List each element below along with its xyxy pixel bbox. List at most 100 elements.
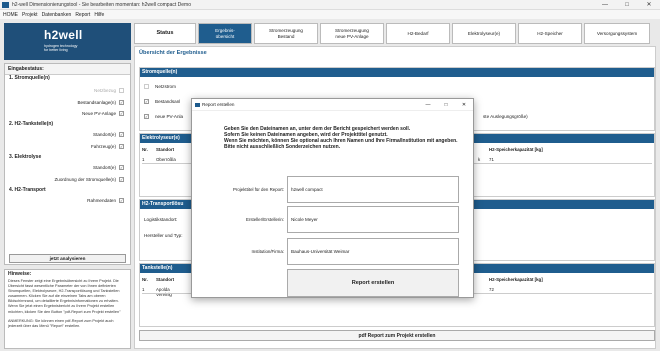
- menu-bar: HOME Projekt Datenbanken Report Hilfe: [0, 10, 660, 19]
- status-row-label: Standort(e): [93, 165, 116, 170]
- app-icon: [2, 1, 9, 8]
- dialog-titlebar: Report erstellen — □ ✕: [192, 99, 473, 111]
- dialog-app-icon: [195, 102, 200, 107]
- ersteller-label: Ersteller/Erstellerin:: [245, 217, 284, 222]
- col-nr: Nr.: [142, 277, 148, 282]
- institution-input[interactable]: Bauhaus-Universität Weimar: [287, 238, 459, 265]
- menu-hilfe[interactable]: Hilfe: [94, 12, 104, 18]
- analyse-button[interactable]: jetzt analysieren: [9, 254, 126, 263]
- group-stromquellen-title: Stromquelle(n): [140, 68, 654, 77]
- dialog-maximize-button[interactable]: □: [437, 102, 455, 108]
- transport-logistik: Logistikstandort:: [144, 217, 178, 222]
- create-report-button[interactable]: Report erstellen: [287, 269, 459, 297]
- dialog-message: Geben Sie den Dateinamen an, unter dem d…: [224, 126, 464, 150]
- status-row-bestandsanlagen: Bestandsanlage(n) ✓: [77, 100, 124, 105]
- tab-status[interactable]: Status: [134, 23, 196, 44]
- neue-pv-anlage-checkbox[interactable]: ✓: [144, 114, 149, 119]
- hint-panel: Hinweise: Dieses Fenster zeigt eine Erge…: [4, 269, 131, 349]
- tab-stromerzeugung-pv[interactable]: Stromerzeugung neue PV-Anlage: [320, 23, 384, 44]
- stromquelle-neue-pv: ✓ neue PV-Anla: [144, 114, 183, 119]
- status-row-label: Fahrzeug(e): [90, 144, 116, 149]
- status-row-label: Neue PV-Anlage: [82, 111, 116, 116]
- cell-h2-speicher: 72: [489, 287, 494, 292]
- rahmendaten-checkbox[interactable]: ✓: [119, 198, 124, 203]
- zuordnung-checkbox[interactable]: ✓: [119, 177, 124, 182]
- report-dialog: Report erstellen — □ ✕ Geben Sie den Dat…: [191, 98, 474, 298]
- stromquelle-bestand: ✓ Bestandsanl: [144, 99, 180, 104]
- col-standort: Standort: [156, 147, 175, 152]
- col-h2-speicher: H2-Speicherkapazität [kg]: [489, 147, 543, 152]
- menu-datenbanken[interactable]: Datenbanken: [42, 12, 72, 18]
- hint-panel-title: Hinweise:: [8, 271, 32, 277]
- status-row-neue-pv: Neue PV-Anlage ✓: [82, 111, 124, 116]
- menu-home[interactable]: HOME: [3, 12, 18, 18]
- hint-text: Dieses Fenster zeigt eine Ergebnisübersi…: [8, 279, 128, 333]
- logo: h2well hydrogen technology for better li…: [4, 23, 131, 60]
- tab-elektrolyseure[interactable]: Elektrolyseur(e): [452, 23, 516, 44]
- tab-stromerzeugung-bestand[interactable]: Stromerzeugung Bestand: [254, 23, 318, 44]
- tab-bar: Status Ergebnis- übersicht Stromerzeugun…: [134, 23, 656, 44]
- dialog-close-button[interactable]: ✕: [455, 102, 473, 108]
- cell-standort: Oberrößla: [156, 157, 176, 162]
- window-titlebar: h2-well Dimensionierungstool - Sie bearb…: [0, 0, 660, 10]
- cell-nr: 1: [142, 287, 145, 292]
- netzbezug-checkbox[interactable]: [119, 88, 124, 93]
- close-button[interactable]: ✕: [638, 0, 660, 10]
- status-panel-title: Eingabestatus:: [5, 64, 130, 75]
- stromquelle-label: Netzstrom: [155, 84, 176, 89]
- minimize-button[interactable]: —: [594, 0, 616, 10]
- stromquelle-label: neue PV-Anla: [155, 114, 184, 119]
- status-row-fahrzeuge: Fahrzeug(e) ✓: [91, 144, 124, 149]
- col-standort: Standort: [156, 277, 175, 282]
- left-panel: h2well hydrogen technology for better li…: [4, 23, 131, 349]
- section-h2-transport: 4. H2-Transport: [9, 187, 46, 193]
- menu-projekt[interactable]: Projekt: [22, 12, 38, 18]
- stromquelle-auslegung-text: ste Auslegungsgröße): [483, 114, 528, 119]
- dialog-minimize-button[interactable]: —: [419, 102, 437, 108]
- stromquelle-netzstrom: Netzstrom: [144, 84, 176, 89]
- menu-report[interactable]: Report: [75, 12, 90, 18]
- status-row-label: Netzbezug: [94, 88, 116, 93]
- projekttitel-label: Projekttitel für den Report:: [232, 187, 284, 192]
- cell-k: k: [478, 157, 481, 162]
- stromquelle-label: Bestandsanl: [155, 99, 181, 104]
- dialog-message-line-4: Bitte nicht ausschließlich Sonderzeichen…: [224, 144, 341, 150]
- hint-paragraph-2: ANMERKUNG: Sie können einen pdf-Report z…: [8, 318, 114, 328]
- maximize-button[interactable]: □: [616, 0, 638, 10]
- section-stromquellen: 1. Stromquelle(n): [9, 75, 50, 81]
- tank-standort-checkbox[interactable]: ✓: [119, 132, 124, 137]
- hint-paragraph-1: Dieses Fenster zeigt eine Ergebnisübersi…: [8, 279, 121, 314]
- cell-standort: Apolda Vereinig: [156, 287, 172, 297]
- cell-nr: 1: [142, 157, 145, 162]
- projekttitel-input[interactable]: h2well compact: [287, 176, 459, 203]
- section-tankstellen: 2. H2-Tankstelle(n): [9, 121, 54, 127]
- status-row-rahmendaten: Rahmendaten ✓: [87, 198, 124, 203]
- ely-standort-checkbox[interactable]: ✓: [119, 165, 124, 170]
- window-title: h2-well Dimensionierungstool - Sie bearb…: [12, 1, 191, 8]
- logo-brand: h2well: [44, 28, 83, 42]
- col-nr: Nr.: [142, 147, 148, 152]
- status-row-netzbezug: Netzbezug: [94, 88, 124, 93]
- logo-tagline-2: for better living: [44, 48, 68, 52]
- bestand-checkbox[interactable]: ✓: [144, 99, 149, 104]
- section-elektrolyse: 3. Elektrolyse: [9, 154, 42, 160]
- tab-h2-bedarf[interactable]: H2-Bedarf: [386, 23, 450, 44]
- pdf-report-button[interactable]: pdf Report zum Projekt erstellen: [139, 330, 655, 341]
- fahrzeuge-checkbox[interactable]: ✓: [119, 144, 124, 149]
- status-row-label: Standort(e): [93, 132, 116, 137]
- institution-label: Institution/Firma:: [251, 249, 284, 254]
- status-row-tank-standort: Standort(e) ✓: [93, 132, 124, 137]
- status-row-ely-standort: Standort(e) ✓: [93, 165, 124, 170]
- cell-h2-speicher: 71: [489, 157, 494, 162]
- ersteller-input[interactable]: Nicole Meyer: [287, 206, 459, 233]
- col-h2-speicher: H2-Speicherkapazität [kg]: [489, 277, 543, 282]
- status-panel: Eingabestatus: 1. Stromquelle(n) Netzbez…: [4, 63, 131, 265]
- status-row-label: Bestandsanlage(n): [77, 100, 116, 105]
- dialog-title: Report erstellen: [202, 102, 235, 107]
- neue-pv-checkbox[interactable]: ✓: [119, 111, 124, 116]
- bestandsanlagen-checkbox[interactable]: ✓: [119, 100, 124, 105]
- tab-ergebnisuebersicht[interactable]: Ergebnis- übersicht: [198, 23, 252, 44]
- netzstrom-checkbox[interactable]: [144, 84, 149, 89]
- tab-versorgungssystem[interactable]: Versorgungssystem: [584, 23, 650, 44]
- tab-h2-speicher[interactable]: H2-Speicher: [518, 23, 582, 44]
